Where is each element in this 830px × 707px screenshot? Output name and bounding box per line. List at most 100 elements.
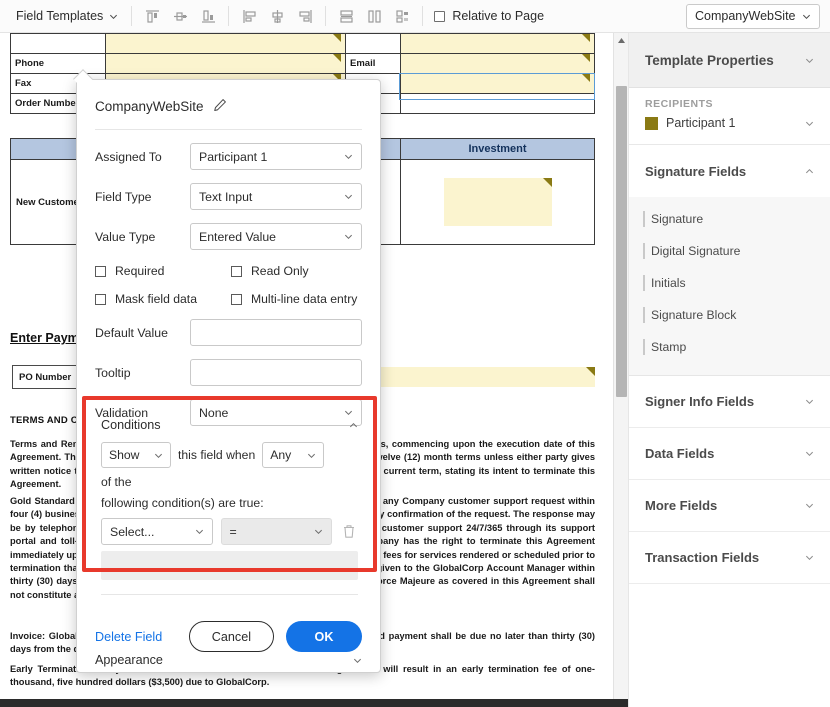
align-left-icon[interactable]: [236, 3, 262, 29]
field-templates-label: Field Templates: [16, 9, 104, 23]
window-bottom-edge: [0, 699, 628, 707]
section-title: Transaction Fields: [645, 550, 760, 565]
condition-rule-operator-value: =: [229, 524, 237, 539]
mask-field-data-label: Mask field data: [115, 292, 197, 306]
chevron-down-icon: [154, 451, 163, 460]
form-field-cell-2[interactable]: [400, 33, 595, 54]
multi-line-checkbox[interactable]: Multi-line data entry: [231, 292, 357, 306]
template-select-value: CompanyWebSite: [695, 9, 796, 23]
document-vertical-scrollbar[interactable]: [613, 33, 628, 707]
investment-field[interactable]: [443, 178, 552, 226]
dialog-field-name: CompanyWebSite: [95, 99, 204, 114]
field-type-value: Text Input: [199, 189, 253, 204]
recipient-row-participant-1[interactable]: Participant 1: [645, 116, 814, 130]
required-checkbox[interactable]: Required: [95, 264, 231, 278]
recipients-section: RECIPIENTS Participant 1: [629, 88, 830, 145]
field-item-stamp[interactable]: Stamp: [629, 331, 830, 363]
email-field-cell[interactable]: [400, 53, 595, 74]
chevron-down-icon: [805, 119, 814, 128]
section-header-more-fields[interactable]: More Fields: [629, 480, 830, 532]
selected-field-outline[interactable]: [399, 73, 595, 100]
template-select[interactable]: CompanyWebSite: [686, 3, 820, 29]
distribute-vertical-icon[interactable]: [333, 3, 359, 29]
field-item-digital-signature[interactable]: Digital Signature: [629, 235, 830, 267]
scrollbar-thumb[interactable]: [616, 86, 627, 397]
conditions-header[interactable]: Conditions: [95, 406, 364, 438]
participant-label: Participant 1: [666, 116, 736, 130]
condition-rule-operator-select[interactable]: =: [220, 518, 332, 545]
chevron-down-icon: [307, 451, 316, 460]
section-header-data-fields[interactable]: Data Fields: [629, 428, 830, 480]
resize-fields-icon[interactable]: [389, 3, 415, 29]
tooltip-row: Tooltip: [77, 359, 380, 386]
condition-rule-field-select[interactable]: Select...: [101, 518, 213, 545]
conditions-divider: [101, 594, 358, 595]
section-title: Signer Info Fields: [645, 394, 755, 409]
align-right-icon[interactable]: [292, 3, 318, 29]
template-properties-header[interactable]: Template Properties: [629, 33, 830, 88]
tooltip-input[interactable]: [190, 359, 362, 386]
field-type-select[interactable]: Text Input: [190, 183, 362, 210]
value-type-row: Value Type Entered Value: [77, 223, 380, 250]
mask-field-data-checkbox[interactable]: Mask field data: [95, 292, 231, 306]
scroll-up-arrow-icon[interactable]: [614, 33, 629, 47]
delete-field-button[interactable]: Delete Field: [95, 630, 162, 644]
align-center-icon[interactable]: [264, 3, 290, 29]
distribute-horizontal-icon[interactable]: [361, 3, 387, 29]
condition-match-value: Any: [270, 448, 292, 462]
conditions-section: Conditions Show this field when Any of t…: [83, 406, 376, 595]
assigned-to-select[interactable]: Participant 1: [190, 143, 362, 170]
recipients-caption: RECIPIENTS: [645, 98, 714, 110]
condition-action-select[interactable]: Show: [101, 442, 171, 468]
conditions-inner: Conditions Show this field when Any of t…: [83, 406, 376, 595]
checkbox-box-icon: [95, 293, 106, 305]
cancel-button[interactable]: Cancel: [188, 621, 274, 652]
align-bottom-icon[interactable]: [195, 3, 221, 29]
field-templates-menu[interactable]: Field Templates: [10, 5, 124, 27]
condition-rule-field-value: Select...: [110, 524, 155, 539]
assigned-to-row: Assigned To Participant 1: [77, 143, 380, 170]
field-marker: [405, 34, 590, 53]
conditions-tail-text: of the: [101, 475, 132, 489]
read-only-checkbox[interactable]: Read Only: [231, 264, 309, 278]
condition-value-input[interactable]: [101, 551, 358, 580]
field-item-initials[interactable]: Initials: [629, 267, 830, 299]
checkbox-box-icon: [95, 265, 106, 277]
table-row: Phone Email: [10, 53, 595, 74]
pencil-icon[interactable]: [213, 98, 227, 115]
checkbox-box-icon: [231, 293, 242, 305]
field-type-label: Field Type: [95, 189, 152, 204]
chevron-down-icon: [805, 56, 814, 65]
table-row: [10, 33, 595, 54]
form-cell-blank-2: [345, 33, 401, 54]
section-header-transaction-fields[interactable]: Transaction Fields: [629, 532, 830, 584]
conditions-title: Conditions: [101, 418, 161, 432]
required-label: Required: [115, 264, 165, 278]
section-header-signer-info-fields[interactable]: Signer Info Fields: [629, 376, 830, 428]
ok-button[interactable]: OK: [286, 621, 362, 652]
default-value-input[interactable]: [190, 319, 362, 346]
align-top-icon[interactable]: [139, 3, 165, 29]
checkbox-row-1: Required Read Only: [77, 264, 380, 278]
toolbar-divider: [131, 6, 133, 26]
form-field-cell[interactable]: [105, 33, 346, 54]
investment-cell[interactable]: [400, 159, 595, 245]
email-label-cell: Email: [345, 53, 401, 74]
value-type-select[interactable]: Entered Value: [190, 223, 362, 250]
field-item-signature[interactable]: Signature: [629, 203, 830, 235]
value-type-label: Value Type: [95, 229, 156, 244]
chevron-down-icon: [314, 527, 323, 536]
condition-match-select[interactable]: Any: [262, 442, 325, 468]
conditions-second-line: following condition(s) are true:: [101, 496, 264, 510]
chevron-down-icon: [805, 553, 814, 562]
field-item-signature-block[interactable]: Signature Block: [629, 299, 830, 331]
participant-color-swatch: [645, 116, 658, 130]
trash-icon[interactable]: [340, 524, 358, 539]
chevron-down-icon: [344, 152, 353, 161]
phone-field-cell[interactable]: [105, 53, 346, 74]
align-middle-horizontal-icon[interactable]: [167, 3, 193, 29]
relative-to-page-checkbox[interactable]: Relative to Page: [434, 9, 544, 23]
chevron-down-icon: [344, 232, 353, 241]
assigned-to-label: Assigned To: [95, 149, 162, 164]
section-header-signature-fields[interactable]: Signature Fields: [629, 145, 830, 197]
